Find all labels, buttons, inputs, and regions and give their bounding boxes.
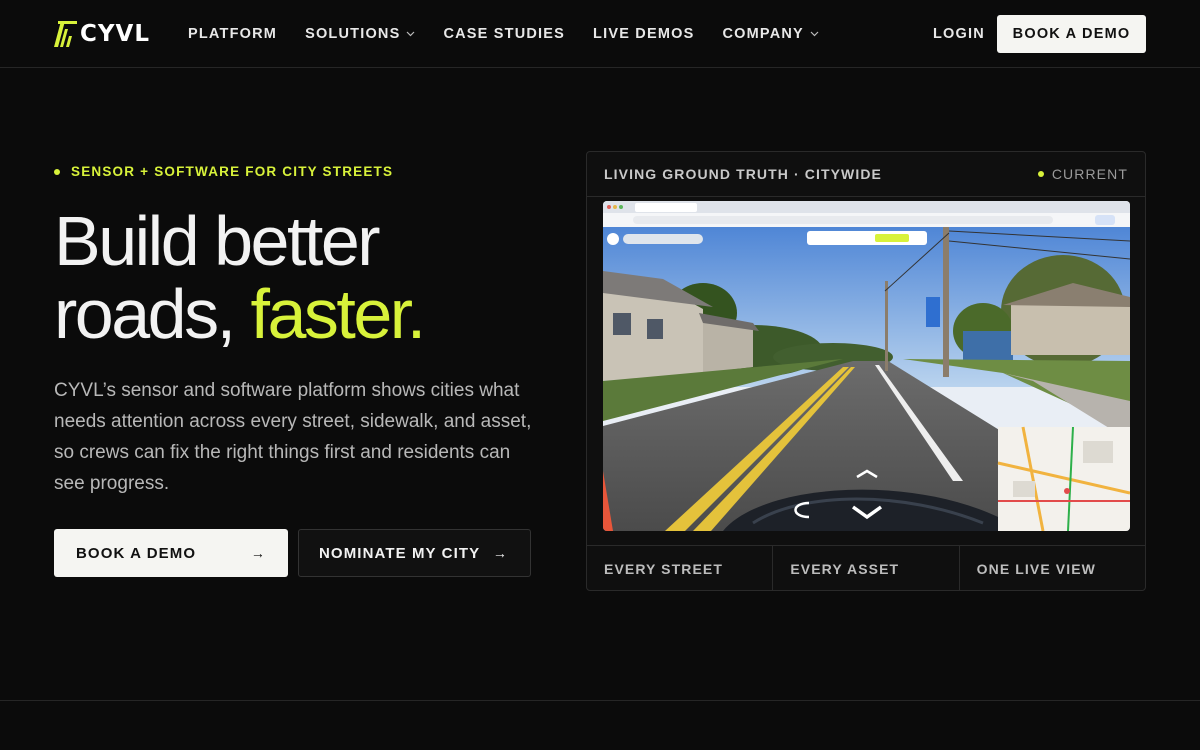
nav-link-company[interactable]: COMPANY [722,24,819,44]
nav-link-case-studies[interactable]: CASE STUDIES [443,24,565,44]
platform-screenshot [603,201,1130,531]
hero-headline: Build better roads, faster. [54,205,574,351]
button-label: BOOK A DEMO [76,544,197,562]
footer-every-asset: EVERY ASSET [773,546,960,590]
nav-link-label: COMPANY [722,26,804,42]
nav-link-live-demos[interactable]: LIVE DEMOS [593,24,694,44]
section-divider [0,700,1200,701]
arrow-right-icon: → [492,545,508,561]
panel-status: CURRENT [1037,166,1128,182]
status-dot-icon [54,169,60,175]
nav-links: PLATFORM SOLUTIONS CASE STUDIES LIVE DEM… [188,24,847,44]
chevron-down-icon [407,31,415,37]
headline-line-2: roads, [54,275,251,353]
nominate-city-button[interactable]: NOMINATE MY CITY → [298,529,531,577]
nav-link-label: CASE STUDIES [443,26,566,42]
hero-description: CYVL’s sensor and software platform show… [54,380,532,494]
panel-footer: EVERY STREET EVERY ASSET ONE LIVE VIEW [587,545,1145,590]
status-text: CURRENT [1051,166,1128,182]
ground-truth-panel: LIVING GROUND TRUTH · CITYWIDE CURRENT E… [586,151,1146,591]
panel-title: LIVING GROUND TRUTH · CITYWIDE [604,166,882,182]
top-nav: CYVL PLATFORM SOLUTIONS CASE STUDIES LIV… [0,0,1200,68]
chevron-down-icon [810,31,819,37]
nav-link-label: SOLUTIONS [305,26,401,42]
logo-text: CYVL [80,21,150,47]
logo-mark-icon [54,21,77,47]
arrow-right-icon: → [250,545,266,561]
eyebrow-text: SENSOR + SOFTWARE FOR CITY STREETS [71,164,394,179]
book-demo-button[interactable]: BOOK A DEMO → [54,529,288,577]
footer-one-live-view: ONE LIVE VIEW [976,561,1096,577]
nav-link-platform[interactable]: PLATFORM [188,24,277,44]
headline-line-1: Build better [54,202,381,280]
headline-accent: faster. [250,275,427,353]
hero-eyebrow: SENSOR + SOFTWARE FOR CITY STREETS [54,164,393,180]
nav-link-label: PLATFORM [188,26,278,42]
nav-link-label: LIVE DEMOS [593,26,695,42]
brand-logo[interactable]: CYVL [54,20,150,48]
status-dot-icon [1037,171,1044,177]
nav-book-demo-button[interactable]: BOOK A DEMO [997,15,1146,53]
login-link[interactable]: LOGIN [933,24,985,44]
footer-every-street: EVERY STREET [587,546,774,590]
street-view-image [603,201,1130,531]
button-label: NOMINATE MY CITY [319,544,481,562]
nav-link-solutions[interactable]: SOLUTIONS [305,24,415,44]
panel-header: LIVING GROUND TRUTH · CITYWIDE CURRENT [587,152,1145,197]
